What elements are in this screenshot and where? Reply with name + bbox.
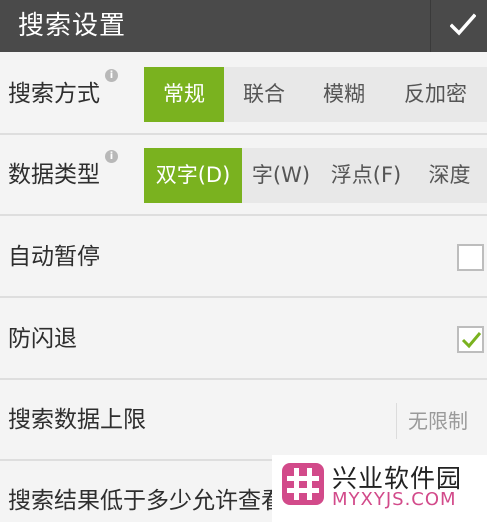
checkmark-icon	[461, 332, 482, 349]
auto-pause-row[interactable]: 自动暂停	[0, 218, 487, 298]
auto-pause-label: 自动暂停	[8, 244, 100, 270]
value-divider	[396, 403, 397, 439]
search-mode-label: 搜索方式	[8, 81, 100, 107]
search-mode-option-fuzzy[interactable]: 模糊	[304, 67, 384, 122]
data-type-label: 数据类型	[8, 162, 100, 188]
data-type-option-word[interactable]: 字(W)	[242, 148, 320, 203]
data-type-option-dword[interactable]: 双字(D)	[144, 148, 242, 203]
watermark: 兴业软件园 MYXYJS.COM	[272, 455, 487, 522]
search-mode-segmented-control: 常规 联合 模糊 反加密	[144, 67, 487, 122]
search-mode-option-normal[interactable]: 常规	[144, 67, 224, 122]
auto-pause-checkbox[interactable]	[457, 244, 484, 271]
search-mode-option-joint[interactable]: 联合	[224, 67, 304, 122]
anti-crash-checkbox[interactable]	[457, 326, 484, 353]
data-type-row: 数据类型 i 双字(D) 字(W) 浮点(F) 深度	[0, 136, 487, 216]
title-bar: 搜索设置	[0, 0, 487, 52]
anti-crash-row[interactable]: 防闪退	[0, 300, 487, 380]
data-type-option-float[interactable]: 浮点(F)	[320, 148, 412, 203]
info-icon[interactable]: i	[105, 150, 118, 163]
page-title: 搜索设置	[18, 11, 127, 41]
data-type-option-depth[interactable]: 深度	[412, 148, 487, 203]
search-limit-label: 搜索数据上限	[8, 407, 146, 433]
confirm-button[interactable]	[431, 0, 487, 52]
data-type-segmented-control: 双字(D) 字(W) 浮点(F) 深度	[144, 148, 487, 203]
search-mode-row: 搜索方式 i 常规 联合 模糊 反加密	[0, 55, 487, 135]
checkmark-icon	[450, 13, 476, 36]
hash-logo-icon	[282, 463, 324, 505]
search-limit-value[interactable]: 无限制	[408, 381, 468, 461]
info-icon[interactable]: i	[105, 69, 118, 82]
result-threshold-label: 搜索结果低于多少允许查看	[8, 488, 284, 514]
search-mode-option-decrypt[interactable]: 反加密	[384, 67, 487, 122]
watermark-url: MYXYJS.COM	[332, 489, 457, 510]
search-settings-screen: 搜索设置 搜索方式 i 常规 联合 模糊 反加密 数据类型 i 双字(D) 字(…	[0, 0, 487, 522]
anti-crash-label: 防闪退	[8, 326, 77, 352]
